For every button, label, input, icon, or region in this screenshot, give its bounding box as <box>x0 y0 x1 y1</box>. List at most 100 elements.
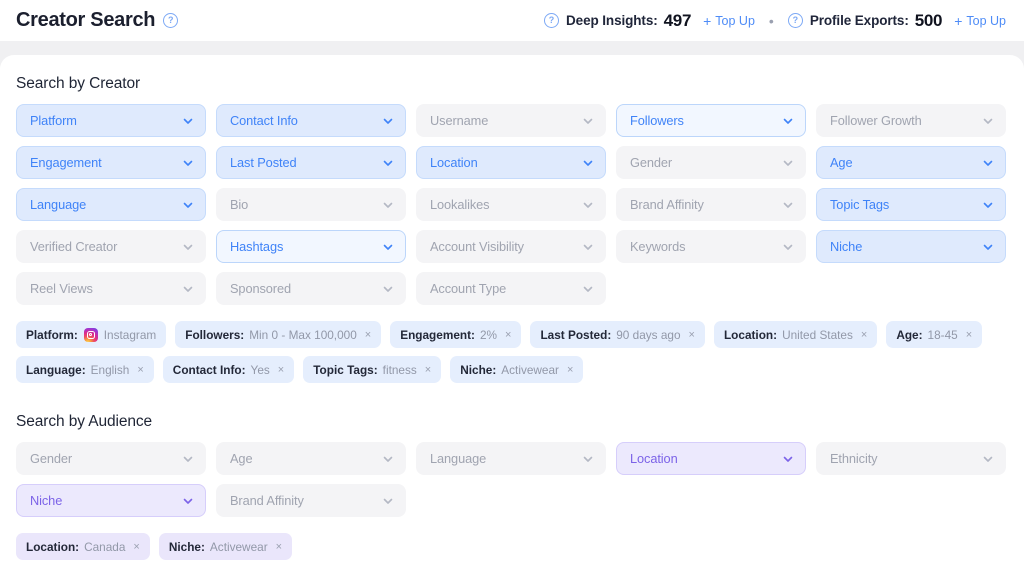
filter-dropdown-gender[interactable]: Gender <box>16 442 206 475</box>
filter-dropdown-reel-views[interactable]: Reel Views <box>16 272 206 305</box>
profile-exports-value: 500 <box>914 10 943 30</box>
chevron-down-icon <box>582 453 594 465</box>
close-icon[interactable]: × <box>425 364 431 376</box>
filter-dropdown-language[interactable]: Language <box>416 442 606 475</box>
filter-dropdown-niche[interactable]: Niche <box>816 230 1006 263</box>
filter-dropdown-contact-info[interactable]: Contact Info <box>216 104 406 137</box>
filter-dropdown-keywords[interactable]: Keywords <box>616 230 806 263</box>
filter-chip-contact-info[interactable]: Contact Info: Yes × <box>162 356 295 383</box>
deep-insights-top-up-label: Top Up <box>715 13 755 28</box>
filter-dropdown-age[interactable]: Age <box>816 146 1006 179</box>
filter-chip-value: English <box>90 362 130 377</box>
filter-chip-key: Platform: <box>26 327 78 342</box>
chevron-down-icon <box>582 241 594 253</box>
filter-chip-key: Language: <box>26 362 86 377</box>
filter-dropdown-gender[interactable]: Gender <box>616 146 806 179</box>
profile-exports-top-up-label: Top Up <box>966 13 1006 28</box>
close-icon[interactable]: × <box>365 329 371 341</box>
filter-dropdown-topic-tags[interactable]: Topic Tags <box>816 188 1006 221</box>
chevron-down-icon <box>982 241 994 253</box>
close-icon[interactable]: × <box>861 329 867 341</box>
close-icon[interactable]: × <box>133 541 139 553</box>
chevron-down-icon <box>182 453 194 465</box>
filter-dropdown-label: Username <box>430 113 489 128</box>
close-icon[interactable]: × <box>505 329 511 341</box>
filter-dropdown-followers[interactable]: Followers <box>616 104 806 137</box>
filter-dropdown-username[interactable]: Username <box>416 104 606 137</box>
filter-dropdown-label: Platform <box>30 113 77 128</box>
filter-chip-key: Location: <box>723 327 778 342</box>
filter-dropdown-bio[interactable]: Bio <box>216 188 406 221</box>
chevron-down-icon <box>582 115 594 127</box>
filter-chip-followers[interactable]: Followers: Min 0 - Max 100,000 × <box>175 321 382 348</box>
filter-chip-platform[interactable]: Platform: Instagram <box>16 321 167 348</box>
filter-chip-key: Contact Info: <box>172 362 246 377</box>
filter-dropdown-label: Topic Tags <box>830 197 890 212</box>
filter-chip-value: United States <box>782 327 853 342</box>
filter-chip-location[interactable]: Location: United States × <box>713 321 878 348</box>
filter-dropdown-account-visibility[interactable]: Account Visibility <box>416 230 606 263</box>
filter-dropdown-follower-growth[interactable]: Follower Growth <box>816 104 1006 137</box>
filter-chip-key: Age: <box>896 327 923 342</box>
deep-insights-top-up-button[interactable]: + Top Up <box>703 14 755 28</box>
filter-chip-key: Niche: <box>460 362 497 377</box>
profile-exports-help-icon[interactable]: ? <box>787 13 803 28</box>
help-circle-icon[interactable]: ? <box>163 13 179 28</box>
filter-dropdown-brand-affinity[interactable]: Brand Affinity <box>616 188 806 221</box>
search-by-creator-heading: Search by Creator <box>16 75 141 92</box>
filter-dropdown-label: Brand Affinity <box>230 493 304 508</box>
audience-filter-grid: Gender Age Language Location Ethnicity Niche B… <box>16 442 1008 517</box>
filter-dropdown-label: Language <box>30 197 87 212</box>
close-icon[interactable]: × <box>137 364 143 376</box>
filter-dropdown-label: Followers <box>630 113 684 128</box>
filter-dropdown-account-type[interactable]: Account Type <box>416 272 606 305</box>
filter-chip-age[interactable]: Age: 18-45 × <box>886 321 983 348</box>
filter-dropdown-age[interactable]: Age <box>216 442 406 475</box>
filter-dropdown-last-posted[interactable]: Last Posted <box>216 146 406 179</box>
filter-dropdown-location[interactable]: Location <box>416 146 606 179</box>
filter-dropdown-sponsored[interactable]: Sponsored <box>216 272 406 305</box>
plus-icon: + <box>703 12 712 29</box>
filter-dropdown-label: Age <box>230 451 253 466</box>
chevron-down-icon <box>582 283 594 295</box>
chevron-down-icon <box>182 241 194 253</box>
filter-dropdown-brand-affinity[interactable]: Brand Affinity <box>216 484 406 517</box>
filter-dropdown-ethnicity[interactable]: Ethnicity <box>816 442 1006 475</box>
chevron-down-icon <box>982 157 994 169</box>
filter-dropdown-lookalikes[interactable]: Lookalikes <box>416 188 606 221</box>
filter-dropdown-niche[interactable]: Niche <box>16 484 206 517</box>
filter-chip-value: 18-45 <box>927 327 958 342</box>
deep-insights-help-icon[interactable]: ? <box>544 13 560 28</box>
close-icon[interactable]: × <box>567 364 573 376</box>
filter-chip-engagement[interactable]: Engagement: 2% × <box>390 321 522 348</box>
filter-chip-key: Location: <box>26 539 80 554</box>
chevron-down-icon <box>182 283 194 295</box>
page-title: Creator Search <box>16 9 156 31</box>
filter-chip-language[interactable]: Language: English × <box>16 356 154 383</box>
credits-area: ? Deep Insights: 497 + Top Up • ? Profil… <box>544 11 1006 31</box>
filter-chip-last-posted[interactable]: Last Posted: 90 days ago × <box>530 321 705 348</box>
close-icon[interactable]: × <box>966 329 972 341</box>
filter-dropdown-language[interactable]: Language <box>16 188 206 221</box>
close-icon[interactable]: × <box>278 364 284 376</box>
deep-insights-label: Deep Insights: <box>566 13 658 28</box>
filter-chip-location[interactable]: Location: Canada × <box>16 533 150 560</box>
close-icon[interactable]: × <box>276 541 282 553</box>
filter-chip-niche[interactable]: Niche: Activewear × <box>450 356 584 383</box>
filter-dropdown-label: Gender <box>630 155 673 170</box>
close-icon[interactable]: × <box>689 329 695 341</box>
chevron-down-icon <box>782 157 794 169</box>
filter-dropdown-hashtags[interactable]: Hashtags <box>216 230 406 263</box>
filter-chip-topic-tags[interactable]: Topic Tags: fitness × <box>303 356 442 383</box>
profile-exports-group: ? Profile Exports: 500 + Top Up <box>787 10 1006 31</box>
page-title-group: Creator Search ? <box>16 9 179 32</box>
filter-dropdown-verified-creator[interactable]: Verified Creator <box>16 230 206 263</box>
profile-exports-top-up-button[interactable]: + Top Up <box>954 14 1006 28</box>
filter-dropdown-engagement[interactable]: Engagement <box>16 146 206 179</box>
filter-chip-niche[interactable]: Niche: Activewear × <box>158 533 293 560</box>
filter-dropdown-platform[interactable]: Platform <box>16 104 206 137</box>
chevron-down-icon <box>582 157 594 169</box>
filter-dropdown-location[interactable]: Location <box>616 442 806 475</box>
chevron-down-icon <box>382 115 394 127</box>
chevron-down-icon <box>182 199 194 211</box>
